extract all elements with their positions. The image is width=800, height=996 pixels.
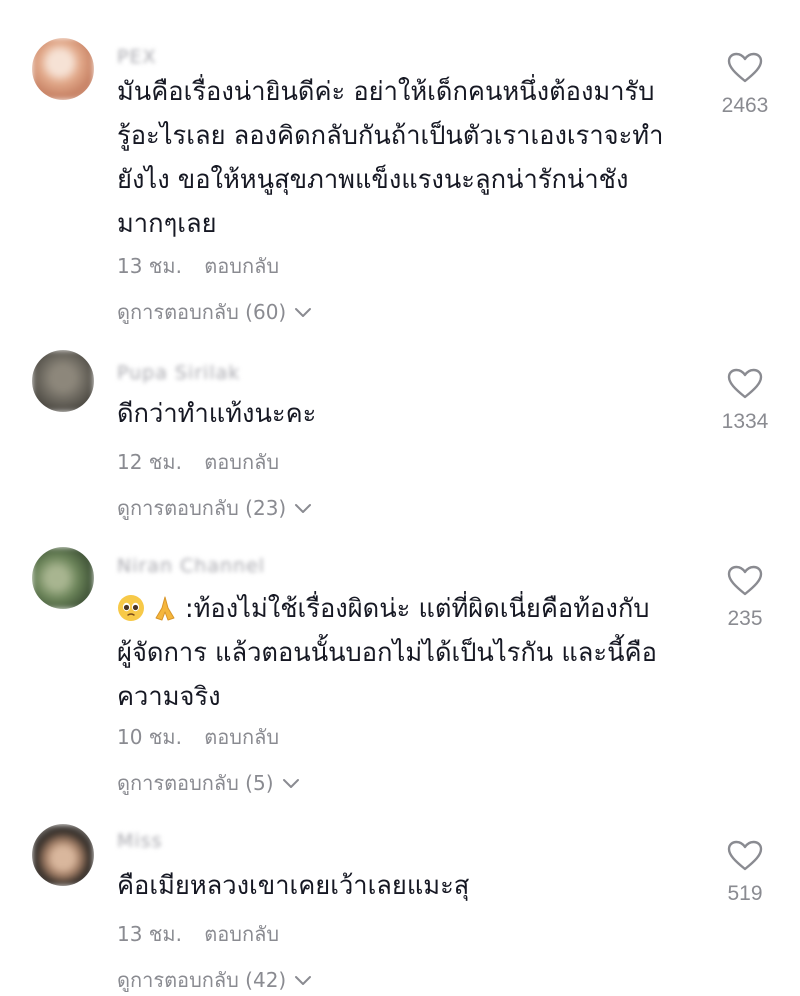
like-button[interactable]: 519 bbox=[710, 840, 780, 906]
comment-meta: 13 ชม. ตอบกลับ bbox=[117, 918, 279, 950]
comment-line: มันคือเรื่องน่ายินดีค่ะ อย่าให้เด็กคนหนึ… bbox=[117, 77, 655, 107]
comment-time: 13 ชม. bbox=[117, 254, 182, 278]
comment-line: ความจริง bbox=[117, 682, 221, 712]
reply-button[interactable]: ตอบกลับ bbox=[204, 922, 279, 946]
chevron-down-icon bbox=[295, 308, 312, 317]
comment-item: PEX มันคือเรื่องน่ายินดีค่ะ อย่าให้เด็กค… bbox=[0, 38, 800, 338]
avatar[interactable] bbox=[32, 824, 94, 886]
comment-item: Miss คือเมียหลวงเขาเคยเว้าเลยแมะสุ 13 ชม… bbox=[0, 824, 800, 996]
comment-line: คือเมียหลวงเขาเคยเว้าเลยแมะสุ bbox=[117, 871, 470, 901]
like-count: 519 bbox=[727, 882, 763, 905]
avatar[interactable] bbox=[32, 350, 94, 412]
heart-icon bbox=[727, 52, 763, 83]
comment-time: 13 ชม. bbox=[117, 922, 182, 946]
comment-meta: 12 ชม. ตอบกลับ bbox=[117, 446, 279, 478]
reply-button[interactable]: ตอบกลับ bbox=[204, 254, 279, 278]
heart-icon bbox=[727, 565, 763, 596]
view-replies-label: ดูการตอบกลับ (23) bbox=[117, 496, 287, 520]
chevron-down-icon bbox=[282, 779, 299, 788]
comment-line: รู้อะไรเลย ลองคิดกลับกันถ้าเป็นตัวเราเอง… bbox=[117, 121, 664, 151]
comment-text: มันคือเรื่องน่ายินดีค่ะ อย่าให้เด็กคนหนึ… bbox=[117, 70, 707, 246]
view-replies-button[interactable]: ดูการตอบกลับ (5) bbox=[117, 767, 300, 799]
username[interactable]: PEX bbox=[117, 46, 156, 68]
comment-item: Niran Channel :ท้องไม่ใช้เรื่องผิดน่ะ แต… bbox=[0, 547, 800, 797]
like-count: 235 bbox=[727, 607, 763, 630]
view-replies-button[interactable]: ดูการตอบกลับ (42) bbox=[117, 964, 312, 996]
comment-text: :ท้องไม่ใช้เรื่องผิดน่ะ แต่ที่ผิดเนี่ยคื… bbox=[117, 587, 707, 719]
comment-meta: 10 ชม. ตอบกลับ bbox=[117, 721, 279, 753]
reply-button[interactable]: ตอบกลับ bbox=[204, 725, 279, 749]
comment-time: 12 ชม. bbox=[117, 450, 182, 474]
comment-item: Pupa Sirilak ดีกว่าทำแท้งนะคะ 12 ชม. ตอบ… bbox=[0, 350, 800, 520]
view-replies-label: ดูการตอบกลับ (5) bbox=[117, 771, 274, 795]
username[interactable]: Miss bbox=[117, 830, 162, 852]
chevron-down-icon bbox=[295, 504, 312, 513]
username[interactable]: Niran Channel bbox=[117, 555, 265, 577]
comment-line: มากๆเลย bbox=[117, 209, 217, 239]
view-replies-label: ดูการตอบกลับ (60) bbox=[117, 300, 287, 324]
view-replies-button[interactable]: ดูการตอบกลับ (60) bbox=[117, 296, 312, 328]
comment-line: ดีกว่าทำแท้งนะคะ bbox=[117, 399, 317, 429]
avatar[interactable] bbox=[32, 547, 94, 609]
comment-time: 10 ชม. bbox=[117, 725, 182, 749]
heart-icon bbox=[727, 840, 763, 871]
comment-text: ดีกว่าทำแท้งนะคะ bbox=[117, 392, 707, 436]
reply-button[interactable]: ตอบกลับ bbox=[204, 450, 279, 474]
comment-meta: 13 ชม. ตอบกลับ bbox=[117, 250, 279, 282]
like-button[interactable]: 1334 bbox=[710, 368, 780, 434]
folded-hands-icon bbox=[155, 596, 175, 621]
avatar[interactable] bbox=[32, 38, 94, 100]
pleading-face-icon bbox=[118, 595, 144, 621]
comment-line: :ท้องไม่ใช้เรื่องผิดน่ะ แต่ที่ผิดเนี่ยคื… bbox=[117, 587, 707, 631]
comment-line: ยังไง ขอให้หนูสุขภาพแข็งแรงนะลูกน่ารักน่… bbox=[117, 165, 629, 195]
view-replies-button[interactable]: ดูการตอบกลับ (23) bbox=[117, 492, 312, 524]
username[interactable]: Pupa Sirilak bbox=[117, 362, 240, 384]
like-button[interactable]: 235 bbox=[710, 565, 780, 631]
comment-text: คือเมียหลวงเขาเคยเว้าเลยแมะสุ bbox=[117, 864, 707, 908]
like-count: 2463 bbox=[721, 94, 769, 117]
chevron-down-icon bbox=[295, 976, 312, 985]
heart-icon bbox=[727, 368, 763, 399]
comment-line: ผู้จัดการ แล้วตอนนั้นบอกไม่ได้เป็นไรกัน … bbox=[117, 638, 657, 668]
like-button[interactable]: 2463 bbox=[710, 52, 780, 118]
comment-line-text: :ท้องไม่ใช้เรื่องผิดน่ะ แต่ที่ผิดเนี่ยคื… bbox=[185, 594, 650, 624]
view-replies-label: ดูการตอบกลับ (42) bbox=[117, 968, 287, 992]
like-count: 1334 bbox=[721, 410, 769, 433]
